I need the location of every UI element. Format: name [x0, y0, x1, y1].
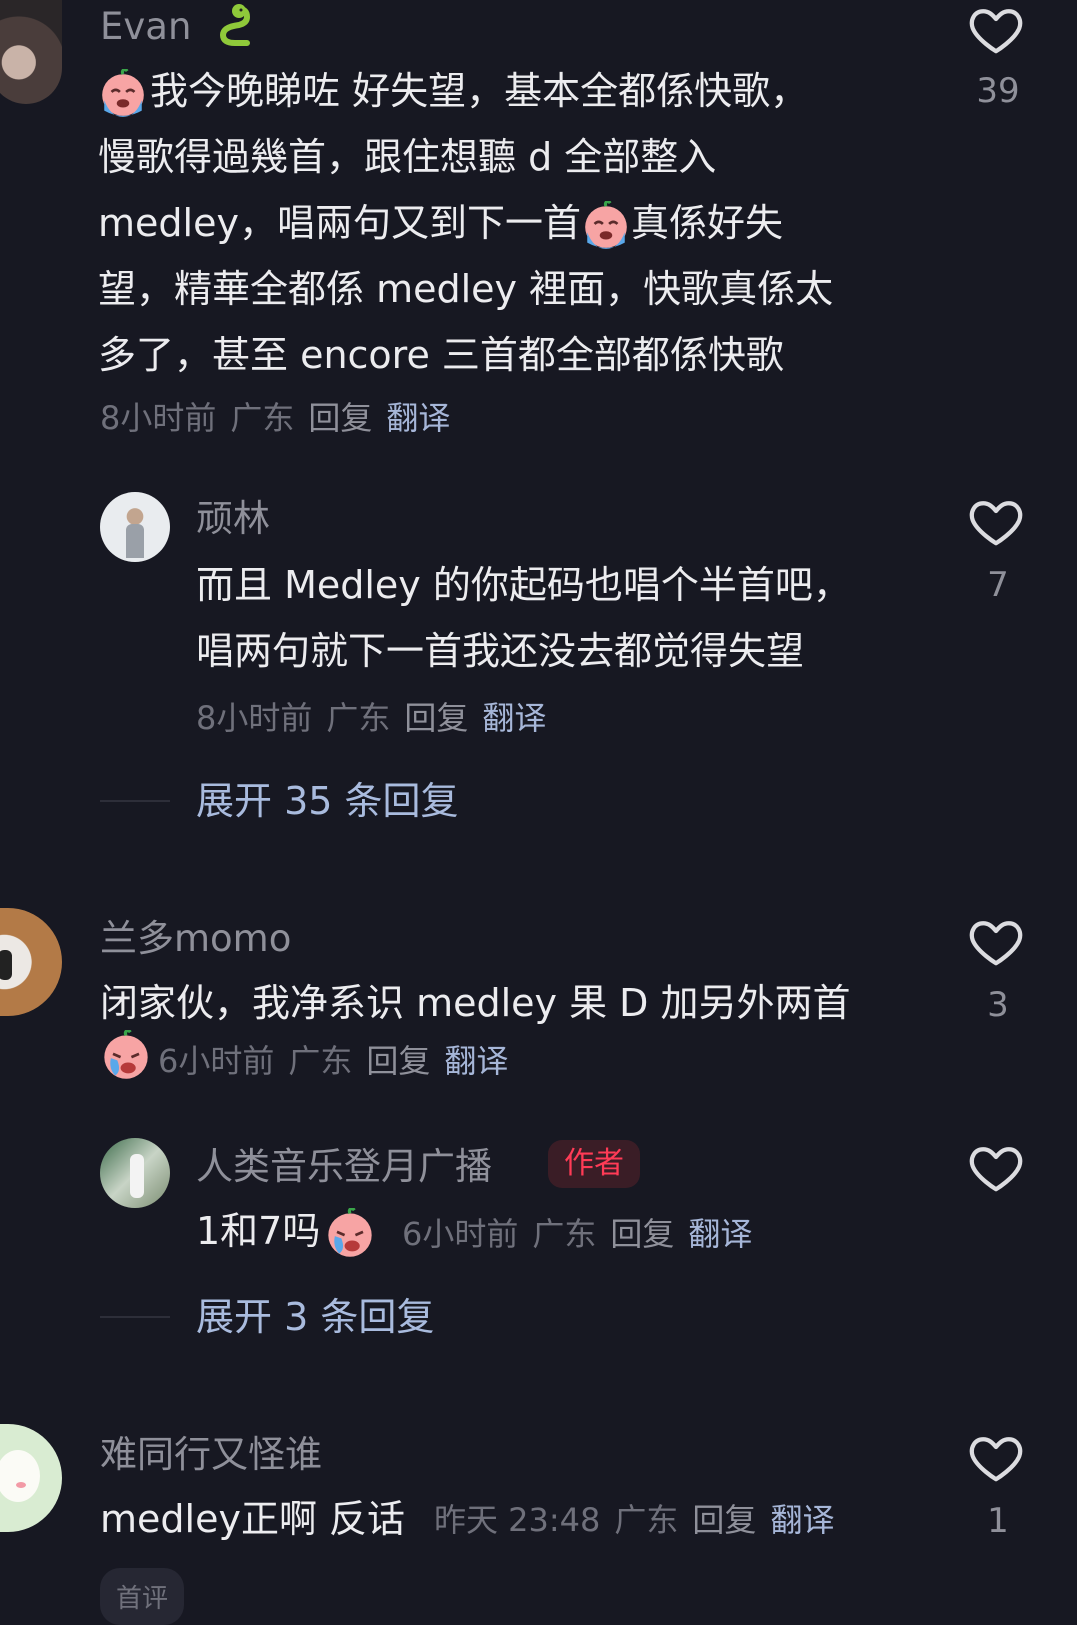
avatar-figure: [16, 1482, 26, 1488]
cry-emoji-icon: [581, 201, 631, 251]
divider: [100, 1316, 170, 1318]
avatar-figure: [130, 1154, 144, 1198]
divider: [100, 800, 170, 802]
avatar[interactable]: [100, 1138, 170, 1208]
reply-link[interactable]: 回复: [308, 399, 372, 437]
tearful-emoji-icon: [324, 1208, 376, 1260]
avatar[interactable]: [100, 492, 170, 562]
avatar[interactable]: [0, 0, 62, 104]
comment-text: 我今晚睇咗 好失望，基本全都係快歌， 慢歌得過幾首，跟住想聽 d 全部整入 me…: [98, 58, 833, 388]
reply-link[interactable]: 回复: [404, 699, 468, 737]
comment-meta: 8小时前 广东 回复 翻译: [196, 702, 546, 734]
translate-link[interactable]: 翻译: [444, 1042, 508, 1080]
heart-icon[interactable]: [966, 1428, 1026, 1488]
like-count: 3: [987, 985, 1009, 1025]
translate-link[interactable]: 翻译: [386, 399, 450, 437]
location: 广东: [532, 1215, 597, 1253]
like-count: 1: [987, 1501, 1009, 1541]
comment-text: 闭家伙，我净系识 medley 果 D 加另外两首: [100, 981, 851, 1025]
translate-link[interactable]: 翻译: [688, 1215, 752, 1253]
timestamp: 昨天 23:48: [434, 1501, 601, 1539]
comment-line: 我今晚睇咗 好失望，基本全都係快歌，: [98, 58, 833, 124]
comment-line: 望，精華全都係 medley 裡面，快歌真係太: [98, 267, 834, 311]
heart-icon[interactable]: [966, 492, 1026, 552]
expand-replies-button[interactable]: 展开 3 条回复: [196, 1298, 434, 1336]
comment-text: 1和7吗: [196, 1198, 376, 1264]
username[interactable]: 兰多momo: [100, 920, 291, 957]
location: 广东: [288, 1042, 353, 1080]
like-count: 7: [987, 565, 1009, 605]
comment-meta: 昨天 23:48 广东 回复 翻译: [434, 1504, 834, 1536]
location: 广东: [326, 699, 391, 737]
snake-emoji-icon: [205, 1, 253, 49]
avatar-figure: [0, 1450, 40, 1502]
first-comment-tag[interactable]: 首评: [100, 1568, 185, 1625]
reply-link[interactable]: 回复: [692, 1501, 756, 1539]
comment-text: 而且 Medley 的你起码也唱个半首吧， 唱两句就下一首我还没去都觉得失望: [196, 552, 851, 684]
comment-line: 慢歌得過幾首，跟住想聽 d 全部整入: [98, 135, 717, 179]
timestamp: 6小时前: [158, 1042, 275, 1080]
reply-link[interactable]: 回复: [610, 1215, 674, 1253]
avatar-figure: [126, 524, 144, 558]
avatar-figure: [0, 950, 12, 980]
reply-link[interactable]: 回复: [366, 1042, 430, 1080]
comment-meta: 6小时前 广东 回复 翻译: [402, 1218, 752, 1250]
tearful-emoji-icon: [100, 1030, 152, 1082]
comment-text: medley正啊 反话: [100, 1497, 406, 1541]
timestamp: 8小时前: [100, 399, 217, 437]
heart-icon[interactable]: [966, 1138, 1026, 1198]
translate-link[interactable]: 翻译: [482, 699, 546, 737]
username[interactable]: 人类音乐登月广播: [196, 1148, 492, 1185]
heart-icon[interactable]: [966, 0, 1026, 60]
timestamp: 6小时前: [402, 1215, 519, 1253]
username[interactable]: Evan: [100, 8, 253, 49]
comment-line: medley，唱兩句又到下一首 真係好失: [98, 190, 833, 256]
username[interactable]: 难同行又怪谁: [100, 1436, 322, 1473]
username[interactable]: 顽林: [196, 500, 270, 537]
avatar[interactable]: [0, 1424, 62, 1532]
expand-replies-button[interactable]: 展开 35 条回复: [196, 782, 459, 820]
heart-icon[interactable]: [966, 912, 1026, 972]
location: 广东: [230, 399, 295, 437]
comment-line: 而且 Medley 的你起码也唱个半首吧，: [196, 563, 851, 607]
cry-emoji-icon: [98, 69, 148, 119]
comment-meta: 6小时前 广东 回复 翻译: [100, 1044, 508, 1082]
comment-meta: 8小时前 广东 回复 翻译: [100, 402, 450, 434]
location: 广东: [614, 1501, 679, 1539]
username-text[interactable]: Evan: [100, 5, 191, 48]
translate-link[interactable]: 翻译: [770, 1501, 834, 1539]
author-badge: 作者: [548, 1140, 640, 1188]
like-count: 39: [976, 71, 1020, 111]
avatar[interactable]: [0, 908, 62, 1016]
comment-line: 唱两句就下一首我还没去都觉得失望: [196, 629, 805, 673]
comment-line: 多了，甚至 encore 三首都全部都係快歌: [98, 333, 784, 377]
timestamp: 8小时前: [196, 699, 313, 737]
